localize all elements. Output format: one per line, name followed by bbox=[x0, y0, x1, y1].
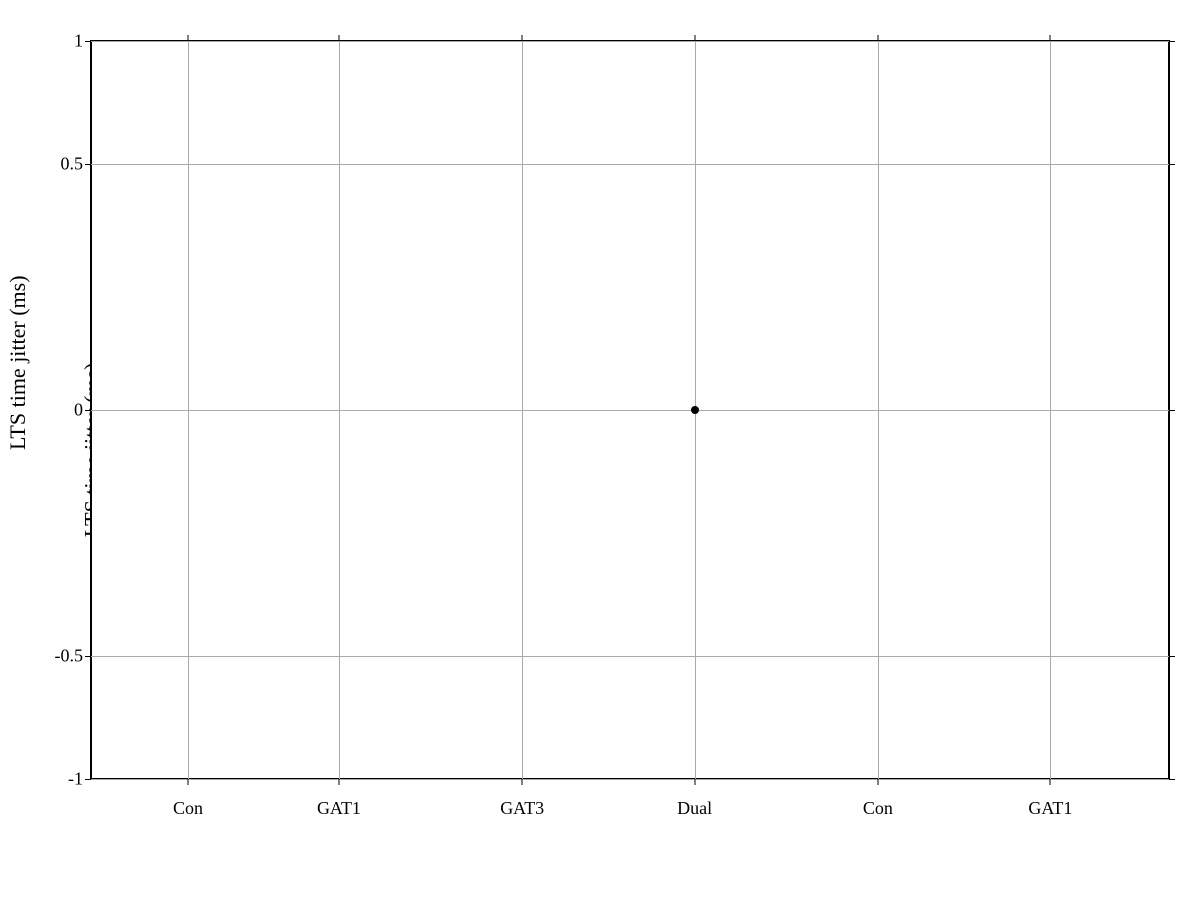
x-tickmark-bot-gat1-2 bbox=[1050, 779, 1051, 785]
y-tickmark-right-n1 bbox=[1169, 779, 1175, 780]
y-tickmark-left-n1 bbox=[85, 779, 91, 780]
y-gridline-1 bbox=[91, 41, 1169, 42]
chart-container: LTS time jitter (ms) 1 0.5 0 -0.5 -1 bbox=[0, 0, 1200, 900]
y-tickmark-left-0 bbox=[85, 410, 91, 411]
x-label-gat3: GAT3 bbox=[500, 798, 544, 819]
y-tickmark-right-n05 bbox=[1169, 656, 1175, 657]
y-label-1: 1 bbox=[74, 31, 83, 52]
x-tickmark-top-gat1-2 bbox=[1050, 35, 1051, 41]
x-tickmark-bot-con2 bbox=[877, 779, 878, 785]
data-point-dual-0 bbox=[691, 406, 699, 414]
x-gridline-con1 bbox=[188, 41, 189, 779]
x-gridline-gat1-2 bbox=[1050, 41, 1051, 779]
y-tickmark-right-1 bbox=[1169, 41, 1175, 42]
x-tickmark-top-dual bbox=[694, 35, 695, 41]
x-tickmark-top-con1 bbox=[188, 35, 189, 41]
x-tickmark-bot-con1 bbox=[188, 779, 189, 785]
y-tickmark-right-0 bbox=[1169, 410, 1175, 411]
x-tickmark-bot-dual bbox=[694, 779, 695, 785]
y-label-05: 0.5 bbox=[61, 154, 84, 175]
y-label-0: 0 bbox=[74, 400, 83, 421]
y-label-n1: -1 bbox=[68, 769, 83, 790]
x-tickmark-top-con2 bbox=[877, 35, 878, 41]
plot-area: 1 0.5 0 -0.5 -1 Con GAT1 bbox=[90, 40, 1170, 780]
x-gridline-con2 bbox=[878, 41, 879, 779]
x-label-gat1-2: GAT1 bbox=[1028, 798, 1072, 819]
x-gridline-gat1-1 bbox=[339, 41, 340, 779]
y-gridline-n1 bbox=[91, 779, 1169, 780]
x-tickmark-bot-gat1-1 bbox=[338, 779, 339, 785]
y-axis-title: LTS time jitter (ms) bbox=[5, 275, 31, 450]
y-gridline-05 bbox=[91, 164, 1169, 165]
x-label-con2: Con bbox=[863, 798, 893, 819]
y-tickmark-left-05 bbox=[85, 164, 91, 165]
y-label-n05: -0.5 bbox=[55, 645, 84, 666]
y-tickmark-right-05 bbox=[1169, 164, 1175, 165]
x-label-con1: Con bbox=[173, 798, 203, 819]
y-gridline-n05 bbox=[91, 656, 1169, 657]
y-tickmark-left-n05 bbox=[85, 656, 91, 657]
y-gridline-0 bbox=[91, 410, 1169, 411]
x-tickmark-top-gat1-1 bbox=[338, 35, 339, 41]
y-tickmark-left-1 bbox=[85, 41, 91, 42]
x-tickmark-bot-gat3 bbox=[522, 779, 523, 785]
x-label-dual: Dual bbox=[677, 798, 712, 819]
x-gridline-gat3 bbox=[522, 41, 523, 779]
x-tickmark-top-gat3 bbox=[522, 35, 523, 41]
x-label-gat1-1: GAT1 bbox=[317, 798, 361, 819]
